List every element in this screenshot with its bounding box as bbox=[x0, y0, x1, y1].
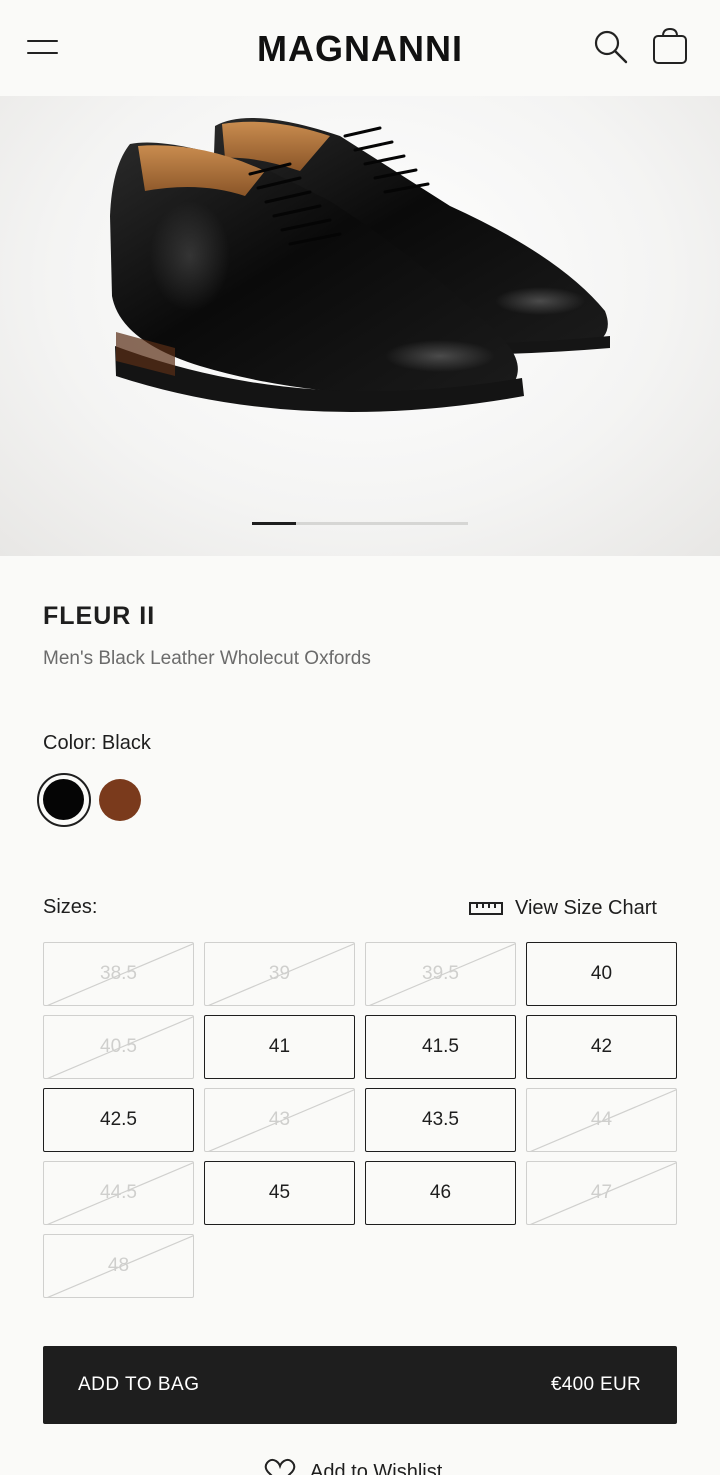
size-option-label: 38.5 bbox=[100, 963, 137, 984]
size-option: 47 bbox=[526, 1161, 677, 1225]
size-option-label: 46 bbox=[429, 1182, 452, 1203]
size-option: 44 bbox=[526, 1088, 677, 1152]
color-swatch-brown[interactable] bbox=[99, 779, 141, 821]
price: €400 EUR bbox=[550, 1374, 641, 1395]
product-image-gallery[interactable] bbox=[0, 96, 720, 556]
search-icon[interactable] bbox=[592, 28, 630, 66]
size-option[interactable]: 41 bbox=[204, 1015, 355, 1079]
size-option[interactable]: 46 bbox=[365, 1161, 516, 1225]
size-option-label: 44 bbox=[590, 1109, 613, 1130]
size-option-label: 42.5 bbox=[100, 1109, 137, 1130]
gallery-pagination-active bbox=[252, 522, 296, 525]
color-swatch-black[interactable] bbox=[37, 773, 91, 827]
size-option-label: 43.5 bbox=[422, 1109, 459, 1130]
gallery-pagination[interactable] bbox=[252, 522, 468, 525]
product-subtitle: Men's Black Leather Wholecut Oxfords bbox=[43, 648, 371, 669]
size-option-label: 47 bbox=[590, 1182, 613, 1203]
add-to-bag-label: ADD TO BAG bbox=[78, 1374, 200, 1395]
size-option[interactable]: 43.5 bbox=[365, 1088, 516, 1152]
add-to-wishlist-link[interactable]: Add to Wishlist bbox=[264, 1458, 442, 1475]
size-option: 48 bbox=[43, 1234, 194, 1298]
product-title: FLEUR II bbox=[43, 602, 156, 630]
add-to-bag-button[interactable]: ADD TO BAG €400 EUR bbox=[43, 1346, 677, 1424]
size-option[interactable]: 40 bbox=[526, 942, 677, 1006]
size-option-label: 48 bbox=[107, 1255, 130, 1276]
view-size-chart-link[interactable]: View Size Chart bbox=[469, 894, 657, 922]
size-option: 43 bbox=[204, 1088, 355, 1152]
sizes-label: Sizes: bbox=[43, 896, 98, 918]
color-label: Color: Black bbox=[43, 732, 151, 754]
heart-icon bbox=[264, 1458, 296, 1475]
size-option-label: 42 bbox=[590, 1036, 613, 1057]
size-option-label: 39.5 bbox=[422, 963, 459, 984]
size-option-label: 45 bbox=[268, 1182, 291, 1203]
size-option: 38.5 bbox=[43, 942, 194, 1006]
size-option: 39 bbox=[204, 942, 355, 1006]
size-option-label: 43 bbox=[268, 1109, 291, 1130]
site-header: MAGNANNI bbox=[0, 0, 720, 96]
size-option: 40.5 bbox=[43, 1015, 194, 1079]
add-to-wishlist-label: Add to Wishlist bbox=[310, 1460, 443, 1475]
shopping-bag-icon[interactable] bbox=[650, 26, 690, 66]
size-option[interactable]: 41.5 bbox=[365, 1015, 516, 1079]
size-option-label: 41.5 bbox=[422, 1036, 459, 1057]
size-option-label: 44.5 bbox=[100, 1182, 137, 1203]
product-image bbox=[110, 118, 610, 412]
size-option-label: 39 bbox=[268, 963, 291, 984]
size-option: 44.5 bbox=[43, 1161, 194, 1225]
size-option: 39.5 bbox=[365, 942, 516, 1006]
size-option[interactable]: 42.5 bbox=[43, 1088, 194, 1152]
size-option-label: 41 bbox=[268, 1036, 291, 1057]
size-option[interactable]: 45 bbox=[204, 1161, 355, 1225]
size-option-label: 40.5 bbox=[100, 1036, 137, 1057]
ruler-icon bbox=[469, 902, 503, 915]
size-option-label: 40 bbox=[590, 963, 613, 984]
size-option[interactable]: 42 bbox=[526, 1015, 677, 1079]
view-size-chart-label: View Size Chart bbox=[515, 896, 657, 919]
